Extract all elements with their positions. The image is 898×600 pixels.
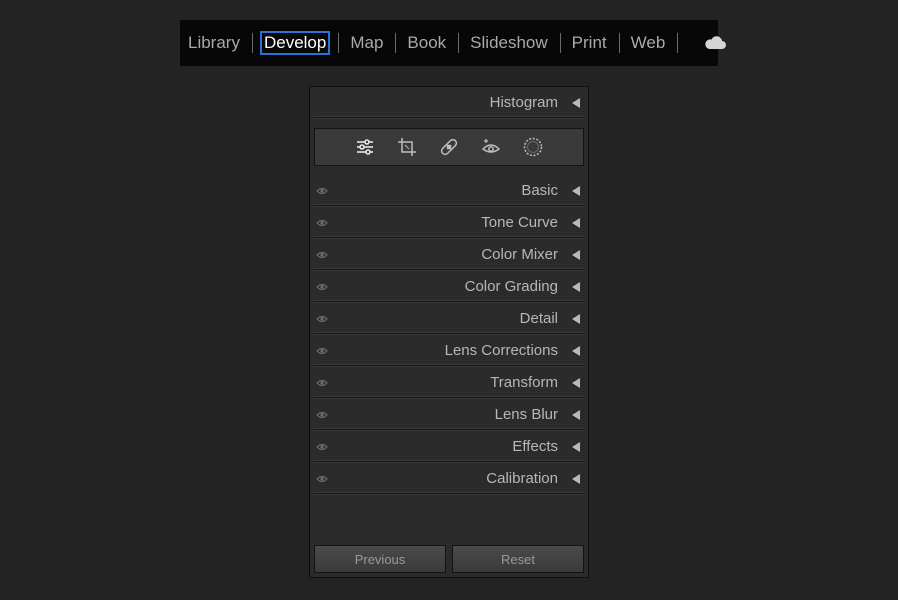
module-separator [395, 33, 397, 53]
panel-footer: Previous Reset [314, 545, 584, 573]
edit-sliders-icon[interactable] [354, 136, 376, 158]
collapse-arrow-icon[interactable] [572, 442, 580, 452]
histogram-title: Histogram [489, 94, 558, 111]
module-library: Library [184, 20, 260, 66]
module-picker: Library Develop Map Book Slideshow Print… [180, 20, 727, 66]
module-print: Print [568, 20, 627, 66]
calibration-title: Calibration [486, 470, 558, 487]
eye-icon[interactable] [316, 314, 328, 324]
eye-icon[interactable] [316, 410, 328, 420]
panel-divider [314, 492, 584, 495]
color-grading-title: Color Grading [464, 278, 558, 295]
collapse-arrow-icon[interactable] [572, 410, 580, 420]
collapse-arrow-icon[interactable] [572, 250, 580, 260]
module-separator [677, 33, 679, 53]
module-separator [338, 33, 340, 53]
healing-bandage-icon[interactable] [438, 136, 460, 158]
color-mixer-title: Color Mixer [481, 246, 558, 263]
red-eye-icon[interactable] [480, 136, 502, 158]
collapse-arrow-icon[interactable] [572, 378, 580, 388]
module-library-label[interactable]: Library [184, 33, 244, 53]
eye-icon[interactable] [316, 250, 328, 260]
tone-curve-panel-header[interactable]: Tone Curve [310, 207, 588, 239]
lens-blur-title: Lens Blur [494, 406, 558, 423]
eye-icon[interactable] [316, 474, 328, 484]
develop-right-panel: Histogram Basic Tone Curve Color Mixer C… [309, 86, 589, 578]
lens-corrections-panel-header[interactable]: Lens Corrections [310, 335, 588, 367]
module-separator [559, 33, 561, 53]
eye-icon[interactable] [316, 218, 328, 228]
module-map: Map [346, 20, 403, 66]
collapse-arrow-icon[interactable] [572, 314, 580, 324]
panel-divider [314, 116, 584, 119]
module-separator [251, 33, 253, 53]
collapse-arrow-icon[interactable] [572, 186, 580, 196]
module-book-label[interactable]: Book [403, 33, 450, 53]
module-develop-label[interactable]: Develop [259, 31, 331, 55]
collapse-arrow-icon[interactable] [572, 282, 580, 292]
lens-corrections-title: Lens Corrections [444, 342, 558, 359]
module-slideshow-label[interactable]: Slideshow [466, 33, 552, 53]
collapse-arrow-icon[interactable] [572, 474, 580, 484]
effects-title: Effects [512, 438, 558, 455]
eye-icon[interactable] [316, 346, 328, 356]
module-develop: Develop [259, 20, 346, 66]
module-separator [618, 33, 620, 53]
module-web: Web [627, 20, 686, 66]
module-print-label[interactable]: Print [568, 33, 611, 53]
crop-icon[interactable] [396, 136, 418, 158]
transform-panel-header[interactable]: Transform [310, 367, 588, 399]
reset-button[interactable]: Reset [452, 545, 584, 573]
tone-curve-title: Tone Curve [481, 214, 558, 231]
calibration-panel-header[interactable]: Calibration [310, 463, 588, 495]
collapse-arrow-icon[interactable] [572, 98, 580, 108]
module-map-label[interactable]: Map [346, 33, 387, 53]
eye-icon[interactable] [316, 186, 328, 196]
collapse-arrow-icon[interactable] [572, 346, 580, 356]
previous-button[interactable]: Previous [314, 545, 446, 573]
lens-blur-panel-header[interactable]: Lens Blur [310, 399, 588, 431]
basic-panel-header[interactable]: Basic [310, 175, 588, 207]
module-separator [458, 33, 460, 53]
masking-icon[interactable] [522, 136, 544, 158]
histogram-panel-header[interactable]: Histogram [310, 87, 588, 119]
module-slideshow: Slideshow [466, 20, 568, 66]
eye-icon[interactable] [316, 282, 328, 292]
collapse-arrow-icon[interactable] [572, 218, 580, 228]
cloud-icon[interactable] [703, 35, 727, 51]
basic-title: Basic [521, 182, 558, 199]
color-mixer-panel-header[interactable]: Color Mixer [310, 239, 588, 271]
module-web-label[interactable]: Web [627, 33, 670, 53]
effects-panel-header[interactable]: Effects [310, 431, 588, 463]
transform-title: Transform [490, 374, 558, 391]
detail-panel-header[interactable]: Detail [310, 303, 588, 335]
detail-title: Detail [519, 310, 558, 327]
eye-icon[interactable] [316, 442, 328, 452]
tool-strip [314, 128, 584, 166]
eye-icon[interactable] [316, 378, 328, 388]
module-book: Book [403, 20, 466, 66]
color-grading-panel-header[interactable]: Color Grading [310, 271, 588, 303]
